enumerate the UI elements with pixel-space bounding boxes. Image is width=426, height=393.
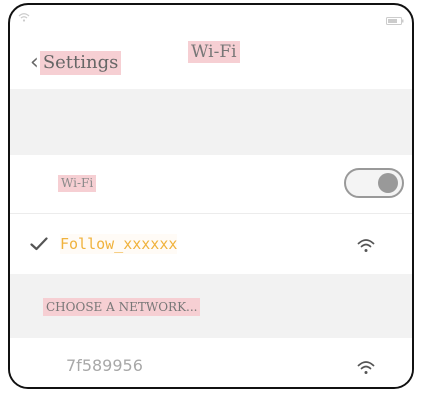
device-frame: ‹ Settings Wi-Fi Wi-Fi Follow_xxxxxx CHO… [8,3,414,389]
network-name: 7f589956 [66,356,143,375]
checkmark-icon [30,236,48,255]
back-button[interactable]: ‹ Settings [30,50,122,75]
wifi-signal-icon [357,238,375,257]
status-bar [10,5,412,25]
wifi-toggle-row: Wi-Fi [10,155,412,213]
toggle-knob [378,173,398,193]
page-title: Wi-Fi [188,41,240,63]
wifi-toggle-label: Wi-Fi [58,175,97,192]
section-spacer [10,89,412,155]
connected-network-row[interactable]: Follow_xxxxxx [10,214,412,274]
back-button-label: Settings [39,51,122,75]
navigation-bar: ‹ Settings Wi-Fi [10,23,412,89]
chevron-left-icon: ‹ [30,50,39,75]
connected-network-name: Follow_xxxxxx [60,234,178,254]
network-list-header: CHOOSE A NETWORK... [10,274,412,338]
wifi-toggle-switch[interactable] [344,168,404,198]
wifi-signal-icon [357,360,375,379]
network-list-header-label: CHOOSE A NETWORK... [43,298,201,316]
network-list-item[interactable]: 7f589956 [10,338,412,387]
